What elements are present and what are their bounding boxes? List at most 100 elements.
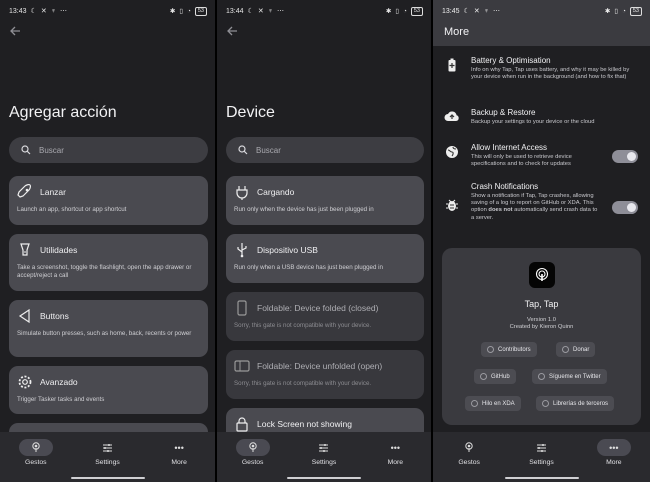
- nav-more[interactable]: ••• More: [587, 439, 641, 466]
- donate-icon: [562, 346, 569, 353]
- action-description: Simulate button presses, such as home, b…: [17, 330, 192, 337]
- gate-description: Sorry, this gate is not compatible with …: [234, 380, 372, 387]
- nav-gestos[interactable]: Gestos: [9, 439, 63, 466]
- nav-gestos[interactable]: Gestos: [226, 439, 280, 466]
- search-bar[interactable]: [226, 137, 424, 163]
- gesture-handle[interactable]: [70, 477, 145, 479]
- action-card-buttons[interactable]: Buttons Simulate button presses, such as…: [9, 300, 208, 357]
- back-arrow-icon[interactable]: [225, 24, 239, 38]
- nav-label: More: [171, 459, 187, 466]
- app-version: Version 1.0 Created by Kieron Quinn: [509, 317, 574, 330]
- internet-access-toggle[interactable]: [612, 150, 638, 163]
- nav-more[interactable]: ••• More: [152, 439, 206, 467]
- moon-icon: ☾: [30, 8, 37, 15]
- github-button[interactable]: GitHub: [474, 369, 516, 384]
- search-input[interactable]: [39, 145, 179, 155]
- gate-card-cargando[interactable]: Cargando Run only when the device has ju…: [226, 176, 424, 225]
- action-name: Lanzar: [40, 187, 66, 197]
- bottom-navigation: Gestos Settings ••• More: [217, 432, 431, 482]
- setting-internet[interactable]: Allow Internet Access This will only be u…: [443, 143, 602, 168]
- wifi-icon: ◔: [621, 7, 626, 15]
- action-card-lanzar[interactable]: Lanzar Launch an app, shortcut or app sh…: [9, 176, 208, 225]
- moon-icon: ☾: [463, 8, 470, 15]
- about-card: Tap, Tap Version 1.0 Created by Kieron Qu…: [442, 248, 641, 425]
- overflow-dots-icon: ⋯: [492, 8, 500, 15]
- gate-name: Dispositivo USB: [257, 245, 318, 255]
- search-input[interactable]: [256, 145, 396, 155]
- touch-icon: [248, 442, 257, 452]
- lamp-icon: [20, 243, 30, 256]
- bluetooth-icon: ✱: [604, 8, 611, 15]
- bug-icon: [446, 199, 458, 211]
- xda-icon: [471, 400, 478, 407]
- gate-description: Sorry, this gate is not compatible with …: [234, 322, 372, 329]
- nav-gestos[interactable]: Gestos: [442, 439, 496, 466]
- vibrate-icon: ▯: [179, 8, 183, 15]
- nav-more[interactable]: ••• More: [368, 439, 422, 467]
- setting-battery[interactable]: Battery & Optimisation Info on why Tap, T…: [443, 56, 632, 81]
- nav-settings[interactable]: Settings: [80, 439, 134, 466]
- action-name: Utilidades: [40, 245, 78, 255]
- nav-settings[interactable]: Settings: [514, 439, 568, 466]
- nav-label: More: [606, 459, 622, 466]
- app-name: Tap, Tap: [524, 299, 559, 309]
- setting-description: Show a notification if Tap, Tap crashes,…: [471, 193, 598, 221]
- screen-add-action: 13:43☾✕♆⋯ ✱▯◔53 Agregar acción Lanzar La…: [0, 0, 215, 482]
- gate-card-usb[interactable]: Dispositivo USB Run only when a USB devi…: [226, 234, 424, 283]
- nav-label: Gestos: [458, 459, 480, 466]
- nav-settings[interactable]: Settings: [297, 439, 351, 466]
- setting-backup[interactable]: Backup & Restore Backup your settings to …: [443, 108, 632, 126]
- usb-icon: ♆: [483, 7, 489, 15]
- setting-description: This will only be used to retrieve devic…: [471, 154, 572, 168]
- moon-icon: ☾: [247, 8, 254, 15]
- action-description: Launch an app, shortcut or app shortcut: [17, 206, 127, 213]
- back-arrow-icon[interactable]: [8, 24, 22, 38]
- third-party-libraries-button[interactable]: Librerías de terceros: [536, 396, 615, 411]
- page-title: More: [444, 26, 470, 38]
- rocket-icon: [17, 184, 32, 198]
- sliders-icon: [102, 443, 112, 452]
- sync-off-icon: ✕: [473, 8, 480, 15]
- search-bar[interactable]: [9, 137, 208, 163]
- twitter-button[interactable]: Sígueme en Twitter: [532, 369, 607, 384]
- gate-card-folded: Foldable: Device folded (closed) Sorry, …: [226, 292, 424, 341]
- gesture-handle[interactable]: [504, 477, 579, 479]
- setting-title: Battery & Optimisation: [471, 56, 551, 65]
- gate-name: Foldable: Device unfolded (open): [257, 361, 383, 371]
- status-time: 13:43: [9, 7, 27, 15]
- sync-off-icon: ✕: [257, 8, 264, 15]
- status-time: 13:45: [442, 7, 460, 15]
- screen-more: 13:45 ☾ ✕ ♆ ⋯ ✱ ▯ ◔ 53 More Battery & Optimisat…: [433, 0, 650, 482]
- setting-description: Backup your settings to your device or t…: [471, 119, 595, 125]
- setting-description: Info on why Tap, Tap uses battery, and w…: [471, 67, 630, 81]
- nav-label: Gestos: [25, 459, 47, 466]
- crash-notifications-toggle[interactable]: [612, 201, 638, 214]
- tap-icon: [535, 267, 548, 281]
- action-card-avanzado[interactable]: Avanzado Trigger Tasker tasks and events: [9, 366, 208, 414]
- contributors-button[interactable]: Contributors: [481, 342, 537, 357]
- setting-crash-notifications[interactable]: Crash Notifications Show a notification i…: [443, 182, 602, 222]
- page-title: Agregar acción: [9, 104, 117, 121]
- phone-icon: [237, 300, 247, 316]
- status-bar: 13:44 ☾ ✕ ♆ ⋯ ✱ ▯ ◔ 53: [226, 4, 423, 18]
- app-logo-icon: [528, 262, 555, 288]
- setting-title: Allow Internet Access: [471, 143, 548, 152]
- usb-icon: ♆: [50, 7, 56, 15]
- battery-icon: 53: [410, 6, 423, 16]
- libraries-icon: [542, 400, 549, 407]
- battery-icon: 53: [194, 6, 207, 16]
- nav-label: Settings: [529, 459, 554, 466]
- action-name: Buttons: [40, 311, 69, 321]
- usb-icon: [237, 243, 247, 258]
- sliders-icon: [319, 443, 329, 452]
- bottom-navigation: Gestos Settings ••• More: [433, 432, 650, 482]
- people-icon: [487, 346, 494, 353]
- xda-thread-button[interactable]: Hilo en XDA: [465, 396, 521, 411]
- vibrate-icon: ▯: [614, 8, 618, 15]
- donate-button[interactable]: Donar: [556, 342, 596, 357]
- gesture-handle[interactable]: [287, 477, 361, 479]
- usb-icon: ♆: [267, 7, 273, 15]
- action-card-utilidades[interactable]: Utilidades Take a screenshot, toggle the…: [9, 234, 208, 291]
- nav-label: Settings: [311, 459, 337, 466]
- battery-icon: 53: [629, 6, 642, 16]
